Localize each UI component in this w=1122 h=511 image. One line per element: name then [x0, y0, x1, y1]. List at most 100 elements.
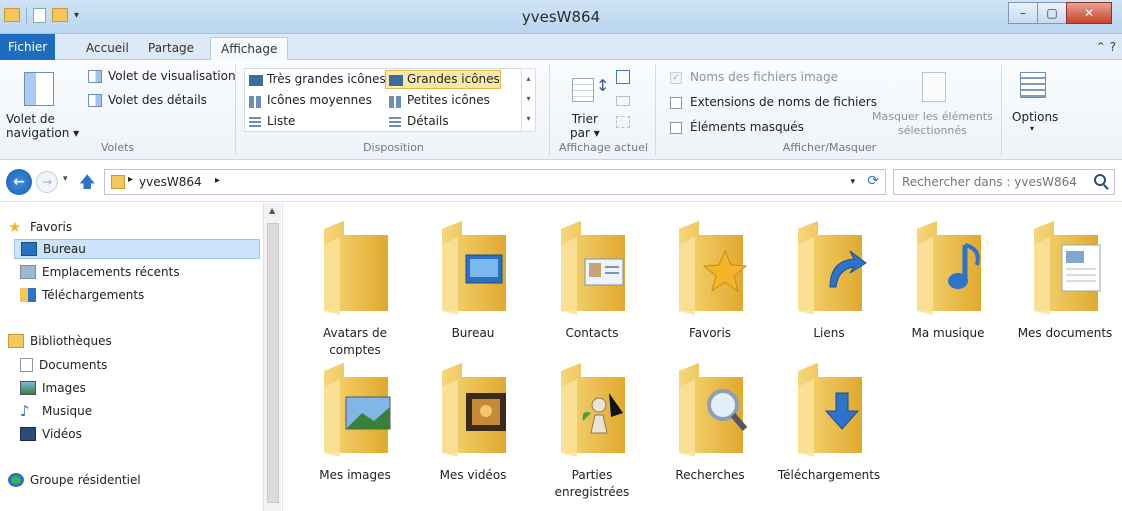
- hide-selected-button[interactable]: Masquer les éléments sélectionnés: [872, 110, 993, 138]
- back-button[interactable]: ←: [6, 169, 32, 195]
- folder-item[interactable]: Bureau: [418, 211, 528, 351]
- folder-label: Recherches: [675, 468, 745, 482]
- search-box[interactable]: [893, 169, 1115, 195]
- folder-label: Ma musique: [911, 326, 985, 340]
- sidebar-item-label: Images: [42, 381, 86, 395]
- layout-option[interactable]: Liste: [267, 114, 295, 128]
- sidebar-item-label: Bibliothèques: [30, 334, 112, 348]
- sidebar-item-groupe-residentiel[interactable]: Groupe résidentiel: [8, 470, 141, 490]
- folder-icon: [111, 175, 125, 189]
- film-icon: [20, 427, 36, 441]
- layout-option[interactable]: Très grandes icônes: [267, 72, 386, 86]
- group-disposition: Très grandes icônes Grandes icônes Icône…: [238, 64, 550, 156]
- navigation-pane-button[interactable]: Volet de navigation ▾: [6, 112, 79, 140]
- maximize-button[interactable]: ▢: [1037, 2, 1067, 24]
- layout-option[interactable]: Grandes icônes: [407, 72, 500, 86]
- address-bar[interactable]: ▸ yvesW864 ▸ ▾ ⟳: [104, 169, 886, 195]
- sidebar-item-images[interactable]: Images: [20, 378, 86, 398]
- breadcrumb-separator[interactable]: ▸: [128, 174, 133, 185]
- checkbox-image-names[interactable]: ✓: [670, 72, 682, 84]
- link-arrow-icon: [798, 221, 867, 315]
- title-bar: ▾ yvesW864 – ▢ ✕: [0, 0, 1122, 34]
- gallery-scroll[interactable]: ▴ ▾ ▾: [521, 69, 535, 131]
- folder-item[interactable]: Mes images: [300, 353, 410, 493]
- layout-option[interactable]: Détails: [407, 114, 449, 128]
- folder-label: Mes images: [319, 468, 391, 482]
- details-icon: [389, 117, 401, 129]
- refresh-icon[interactable]: ⟳: [867, 173, 879, 189]
- sidebar-item-musique[interactable]: ♪ Musique: [20, 401, 92, 421]
- folder-item[interactable]: Ma musique: [893, 211, 1003, 351]
- folder-item[interactable]: Favoris: [655, 211, 765, 351]
- sidebar-item-favoris[interactable]: ★ Favoris: [8, 217, 72, 237]
- sidebar-item-label: Emplacements récents: [42, 265, 180, 279]
- folder-item[interactable]: Mes vidéos: [418, 353, 528, 493]
- sidebar-item-bureau[interactable]: Bureau: [14, 239, 260, 259]
- folder-label: Bureau: [451, 326, 495, 340]
- group-options: Options ▾: [1004, 64, 1068, 156]
- details-pane-icon: [88, 94, 102, 107]
- close-button[interactable]: ✕: [1066, 2, 1112, 24]
- breadcrumb-separator[interactable]: ▸: [215, 175, 220, 186]
- folder-item[interactable]: Liens: [774, 211, 884, 351]
- add-columns-icon[interactable]: [616, 96, 630, 106]
- folder-item[interactable]: Contacts: [537, 211, 647, 351]
- navigation-pane-icon: [24, 72, 54, 106]
- tab-affichage[interactable]: Affichage: [210, 37, 289, 61]
- tab-partage[interactable]: Partage: [138, 37, 204, 60]
- folder-item[interactable]: Mes documents: [1010, 211, 1120, 351]
- ribbon-tabs: Fichier Accueil Partage Affichage ⌃ ?: [0, 34, 1122, 61]
- checkbox-label: Extensions de noms de fichiers: [690, 95, 877, 109]
- tab-accueil[interactable]: Accueil: [76, 37, 139, 60]
- film-icon: [442, 363, 506, 457]
- sidebar-item-label: Bureau: [43, 242, 86, 256]
- search-input[interactable]: [902, 171, 1082, 193]
- folder-item[interactable]: Avatars de comptes: [300, 211, 410, 357]
- group-label: Affichage actuel: [558, 141, 649, 154]
- desktop-icon: [21, 242, 37, 256]
- size-columns-icon[interactable]: [616, 116, 630, 128]
- checkbox-hidden-items[interactable]: [670, 122, 682, 134]
- sidebar-item-bibliotheques[interactable]: Bibliothèques: [8, 331, 112, 351]
- scroll-up-arrow[interactable]: ▲: [269, 206, 275, 215]
- tab-fichier[interactable]: Fichier: [0, 34, 56, 60]
- document-icon: [1034, 221, 1101, 315]
- sort-by-button[interactable]: Trier par ▾: [570, 112, 600, 140]
- checkbox-extensions[interactable]: [670, 97, 682, 109]
- sidebar-item-videos[interactable]: Vidéos: [20, 424, 82, 444]
- sidebar-item-telechargements[interactable]: Téléchargements: [20, 285, 144, 305]
- group-afficher-masquer: ✓ Noms des fichiers image Extensions de …: [658, 64, 1002, 156]
- folder-label: Liens: [813, 326, 845, 340]
- recent-locations-dropdown[interactable]: ▾: [63, 174, 68, 184]
- search-icon[interactable]: [1094, 174, 1106, 186]
- sort-arrow-icon: ↕: [596, 76, 610, 95]
- large-icons-icon: [389, 75, 403, 86]
- preview-pane-button[interactable]: Volet de visualisation: [108, 69, 236, 83]
- folder-item[interactable]: Recherches: [655, 353, 765, 493]
- file-list: Avatars de comptes Bureau Contacts Favoris L…: [284, 203, 1122, 511]
- forward-button[interactable]: →: [36, 171, 58, 193]
- folder-item[interactable]: Parties enregistrées: [537, 353, 647, 499]
- layout-option[interactable]: Petites icônes: [407, 93, 490, 107]
- recent-places-icon: [20, 265, 36, 279]
- sidebar-scrollbar[interactable]: ▲: [263, 203, 281, 511]
- options-icon: [1020, 72, 1046, 98]
- options-button[interactable]: Options: [1012, 110, 1058, 124]
- help-icon[interactable]: ⌃ ?: [1096, 40, 1116, 54]
- picture-icon: [20, 381, 36, 395]
- up-button[interactable]: 🡅: [79, 171, 95, 198]
- details-pane-button[interactable]: Volet des détails: [108, 93, 207, 107]
- folder-item[interactable]: Téléchargements: [774, 353, 884, 493]
- address-history-dropdown[interactable]: ▾: [850, 177, 855, 187]
- layout-option[interactable]: Icônes moyennes: [267, 93, 372, 107]
- breadcrumb-item[interactable]: yvesW864: [139, 175, 202, 189]
- minimize-button[interactable]: –: [1008, 2, 1038, 24]
- chevron-down-icon[interactable]: ▾: [1030, 124, 1034, 133]
- sidebar-item-documents[interactable]: Documents: [20, 355, 107, 375]
- sidebar-item-emplacements-recents[interactable]: Emplacements récents: [20, 262, 180, 282]
- layout-gallery: Très grandes icônes Grandes icônes Icône…: [244, 68, 536, 132]
- scrollbar-thumb[interactable]: [267, 223, 279, 503]
- sidebar-item-label: Vidéos: [42, 427, 82, 441]
- group-by-icon[interactable]: [616, 70, 630, 84]
- downloads-icon: [20, 288, 36, 302]
